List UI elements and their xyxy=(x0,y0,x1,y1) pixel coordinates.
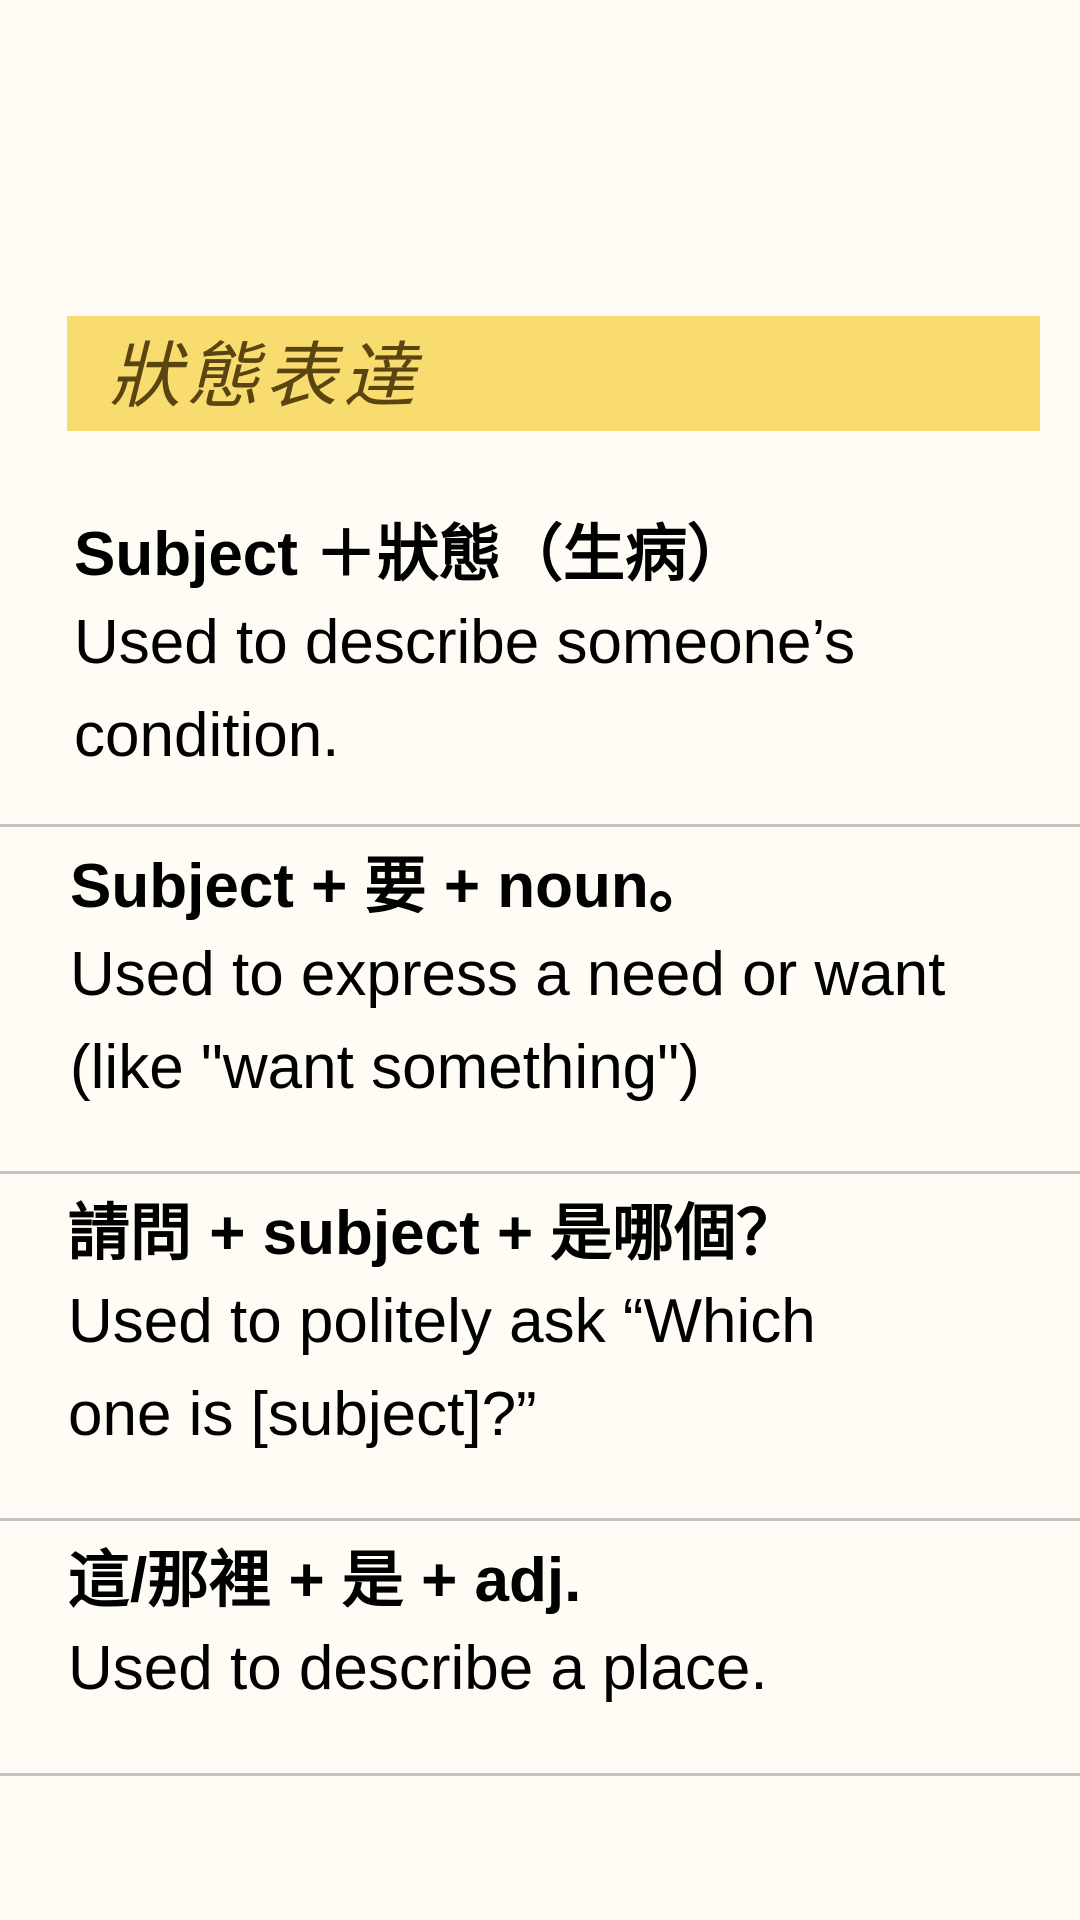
grammar-point-which[interactable]: 請問 + subject + 是哪個？ Used to politely ask… xyxy=(0,1194,1080,1521)
grammar-description: Used to describe a place. xyxy=(68,1633,768,1703)
grammar-point-condition[interactable]: Subject ＋狀態（生病） Used to describe someone… xyxy=(0,515,1080,827)
grammar-description: Used to express a need or want (like "wa… xyxy=(70,939,946,1102)
grammar-pattern: 這/那裡 + 是 + adj. xyxy=(68,1546,582,1615)
grammar-pattern: Subject + 要 + noun。 xyxy=(70,852,711,921)
grammar-pattern: 請問 + subject + 是哪個？ xyxy=(68,1199,799,1268)
grammar-list: Subject ＋狀態（生病） Used to describe someone… xyxy=(0,505,1080,1776)
grammar-pattern: Subject ＋狀態（生病） xyxy=(74,520,750,589)
grammar-description: Used to describe someone’s condition. xyxy=(74,607,856,770)
grammar-point-want[interactable]: Subject + 要 + noun。 Used to express a ne… xyxy=(0,847,1080,1174)
section-header: 狀態表達 xyxy=(67,316,1040,431)
grammar-point-place[interactable]: 這/那裡 + 是 + adj. Used to describe a place… xyxy=(0,1541,1080,1776)
section-title: 狀態表達 xyxy=(109,333,422,418)
grammar-description: Used to politely ask “Which one is [subj… xyxy=(68,1286,816,1449)
